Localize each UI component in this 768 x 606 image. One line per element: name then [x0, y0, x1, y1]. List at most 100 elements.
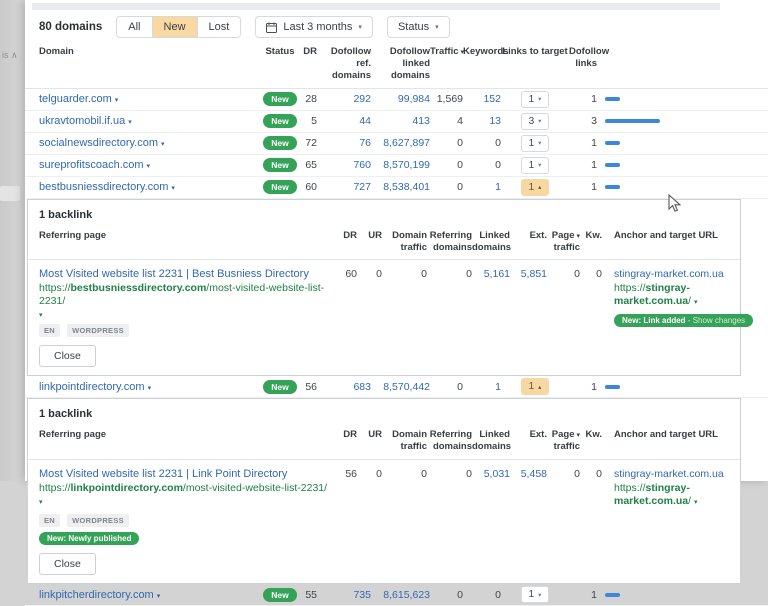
domain-link[interactable]: bestbusniessdirectory.com: [39, 181, 168, 193]
dofollow-ref-domains-value[interactable]: 727: [317, 181, 371, 193]
links-to-target-dropdown[interactable]: 3 ▾: [520, 112, 550, 130]
referring-domains-value: 0: [466, 268, 472, 281]
chevron-down-icon[interactable]: ▾: [161, 141, 165, 148]
dofollow-ref-domains-value[interactable]: 76: [317, 137, 371, 149]
status-dropdown[interactable]: Status ▾: [386, 16, 450, 38]
close-button[interactable]: Close: [39, 345, 96, 368]
domain-link[interactable]: socialnewsdirectory.com: [39, 137, 158, 149]
referring-page-title[interactable]: Most Visited website list 2231 | Best Bu…: [39, 267, 332, 281]
col-page-traffic[interactable]: Page ▾ traffic: [547, 230, 580, 254]
traffic-value: 0: [457, 380, 463, 393]
dofollow-linked-domains-value[interactable]: 8,615,623: [371, 589, 430, 601]
col-dr[interactable]: DR: [297, 46, 317, 58]
ext-value[interactable]: 5,851: [510, 267, 547, 281]
keywords-value[interactable]: 152: [463, 93, 501, 105]
dofollow-linked-domains-value[interactable]: 8,570,442: [371, 381, 430, 393]
col-dofollow-links[interactable]: Dofollow links: [569, 46, 609, 70]
dofollow-linked-domains-value[interactable]: 413: [371, 115, 430, 127]
col-ur[interactable]: UR: [357, 429, 382, 441]
links-to-target-dropdown[interactable]: 1 ▾: [520, 134, 550, 152]
chevron-down-icon[interactable]: ▾: [147, 163, 151, 170]
chevron-down-icon[interactable]: ▾: [171, 185, 175, 192]
col-dr[interactable]: DR: [332, 230, 357, 242]
referring-page-title[interactable]: Most Visited website list 2231 | Link Po…: [39, 467, 332, 481]
keywords-value[interactable]: 1: [463, 381, 501, 393]
date-range-dropdown[interactable]: Last 3 months ▾: [255, 16, 373, 38]
col-linked-domains[interactable]: Linked domains: [472, 230, 511, 254]
col-page-traffic[interactable]: Page ▾ traffic: [547, 429, 580, 453]
chevron-down-icon[interactable]: ▾: [128, 119, 132, 126]
col-dofollow-linked-domains[interactable]: Dofollow linked domains: [371, 46, 430, 82]
chevron-down-icon[interactable]: ▾: [39, 499, 43, 506]
date-range-label: Last 3 months: [283, 21, 353, 33]
links-to-target-dropdown[interactable]: 1 ▾: [520, 156, 550, 174]
filter-all-button[interactable]: All: [117, 17, 153, 37]
chevron-down-icon: ▾: [435, 24, 439, 31]
col-status[interactable]: Status: [263, 46, 297, 58]
chevron-down-icon[interactable]: ▾: [39, 311, 332, 319]
dofollow-linked-domains-value[interactable]: 8,627,897: [371, 137, 430, 149]
show-changes-link[interactable]: - Show changes: [688, 316, 745, 325]
anchor-link[interactable]: stingray-market.com.ua: [614, 467, 729, 481]
col-dr[interactable]: DR: [332, 429, 357, 441]
domain-link[interactable]: linkpointdirectory.com: [39, 381, 145, 393]
dofollow-linked-domains-value[interactable]: 99,984: [371, 93, 430, 105]
links-to-target-dropdown[interactable]: 1 ▾: [520, 90, 550, 108]
col-domain-traffic[interactable]: Domain traffic: [382, 230, 427, 254]
col-linked-domains[interactable]: Linked domains: [472, 429, 511, 453]
anchor-target-cell: stingray-market.com.ua https://stingray-…: [602, 467, 729, 509]
chevron-down-icon[interactable]: ▾: [694, 299, 698, 306]
keywords-value[interactable]: 1: [463, 181, 501, 193]
links-to-target-dropdown[interactable]: 1 ▴: [520, 178, 550, 196]
dofollow-linked-domains-value[interactable]: 8,570,199: [371, 159, 430, 171]
col-domain[interactable]: Domain: [39, 46, 263, 58]
col-dofollow-ref-domains[interactable]: Dofollow ref. domains: [317, 46, 371, 82]
dofollow-ref-domains-value[interactable]: 735: [317, 589, 371, 601]
domain-link[interactable]: ukravtomobil.if.ua: [39, 115, 125, 127]
linked-domains-value[interactable]: 5,031: [472, 467, 510, 481]
col-ext[interactable]: Ext.: [510, 429, 547, 441]
col-anchor-target-url[interactable]: Anchor and target URL: [602, 429, 729, 441]
chevron-down-icon[interactable]: ▾: [148, 385, 152, 392]
chevron-down-icon[interactable]: ▾: [115, 97, 119, 104]
dofollow-ref-domains-value[interactable]: 292: [317, 93, 371, 105]
col-referring-page[interactable]: Referring page: [39, 429, 332, 441]
domain-link[interactable]: telguarder.com: [39, 93, 112, 105]
dofollow-ref-domains-value[interactable]: 44: [317, 115, 371, 127]
referring-page-url[interactable]: https://linkpointdirectory.com/most-visi…: [39, 482, 332, 509]
dofollow-links-bar: [605, 119, 660, 124]
chevron-down-icon[interactable]: ▾: [694, 499, 698, 506]
col-anchor-target-url[interactable]: Anchor and target URL: [602, 230, 729, 242]
col-links-to-target[interactable]: Links to target: [501, 46, 569, 58]
referring-page-url[interactable]: https://bestbusniessdirectory.com/most-v…: [39, 282, 332, 308]
col-traffic[interactable]: Traffic ▾: [430, 46, 464, 58]
col-kw[interactable]: Kw.: [580, 429, 602, 441]
ext-value[interactable]: 5,458: [510, 467, 547, 481]
col-referring-page[interactable]: Referring page: [39, 230, 332, 242]
col-referring-domains[interactable]: Referring domains: [427, 429, 472, 453]
anchor-link[interactable]: stingray-market.com.ua: [614, 267, 753, 281]
links-to-target-dropdown[interactable]: 1 ▴: [520, 378, 550, 396]
linked-domains-value[interactable]: 5,161: [472, 267, 510, 281]
filter-new-button[interactable]: New: [152, 17, 198, 37]
col-ur[interactable]: UR: [357, 230, 382, 242]
col-kw[interactable]: Kw.: [580, 230, 602, 242]
target-url[interactable]: https://stingray-market.com.ua/ ▾: [614, 482, 729, 509]
filter-lost-button[interactable]: Lost: [197, 17, 241, 37]
dofollow-ref-domains-value[interactable]: 683: [317, 381, 371, 393]
chevron-down-icon[interactable]: ▾: [157, 593, 161, 600]
col-keywords[interactable]: Keywords: [463, 46, 508, 58]
col-ext[interactable]: Ext.: [510, 230, 547, 242]
close-button[interactable]: Close: [39, 553, 96, 576]
domain-link[interactable]: sureprofitscoach.com: [39, 159, 144, 171]
domain-link[interactable]: linkpitcherdirectory.com: [39, 589, 154, 601]
target-url[interactable]: https://stingray-market.com.ua/ ▾: [614, 282, 753, 309]
ur-value: 0: [376, 468, 382, 481]
language-badge: EN: [39, 324, 61, 338]
dofollow-linked-domains-value[interactable]: 8,538,401: [371, 181, 430, 193]
col-domain-traffic[interactable]: Domain traffic: [382, 429, 427, 453]
keywords-value[interactable]: 13: [463, 115, 501, 127]
dofollow-ref-domains-value[interactable]: 760: [317, 159, 371, 171]
links-to-target-dropdown[interactable]: 1 ▾: [520, 586, 550, 604]
col-referring-domains[interactable]: Referring domains: [427, 230, 472, 254]
